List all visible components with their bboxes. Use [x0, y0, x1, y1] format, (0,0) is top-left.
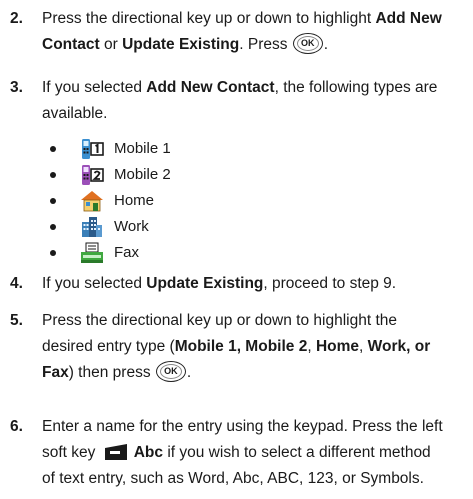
entry-type-label: Work: [114, 218, 149, 235]
entry-type-label: Mobile 2: [114, 166, 171, 183]
mobile-1-icon: [82, 139, 104, 159]
step-text: If you selected Add New Contact, the fol…: [42, 79, 438, 122]
step-number: 3.: [10, 79, 23, 96]
step-number: 6.: [10, 418, 23, 435]
bullet-dot: [50, 224, 56, 230]
bullet-dot: [50, 172, 56, 178]
step-number: 2.: [10, 10, 23, 27]
bullet-dot: [50, 146, 56, 152]
ok-key-icon: OK: [155, 361, 186, 383]
bullet-dot: [50, 198, 56, 204]
step-text: If you selected Update Existing, proceed…: [42, 275, 397, 292]
home-icon: [81, 191, 103, 212]
ok-key-icon: OK: [292, 33, 323, 55]
step-number: 5.: [10, 312, 23, 329]
entry-type-label: Fax: [114, 244, 140, 261]
step-number: 4.: [10, 275, 23, 292]
manual-page: 2. Press the directional key up or down …: [0, 0, 473, 499]
work-icon: [82, 217, 102, 237]
bullet-dot: [50, 250, 56, 256]
step-text: Enter a name for the entry using the key…: [42, 418, 443, 487]
left-soft-key-icon: [104, 443, 127, 460]
entry-type-label: Home: [114, 192, 155, 209]
mobile-2-icon: [82, 165, 104, 185]
step-text: Press the directional key up or down to …: [42, 312, 431, 383]
entry-type-label: Mobile 1: [114, 140, 171, 157]
fax-icon: [81, 242, 103, 263]
step-text: Press the directional key up or down to …: [42, 10, 442, 55]
